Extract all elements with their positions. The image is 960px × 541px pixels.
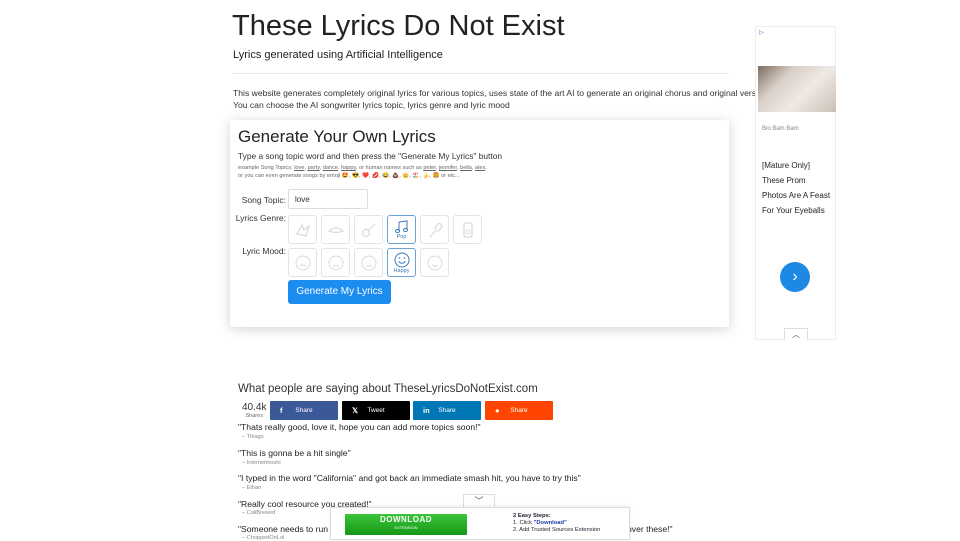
testimonial-author: – Ethan	[242, 485, 262, 491]
ad-text-line[interactable]: [Mature Only]	[762, 161, 810, 170]
example-emojis[interactable]: 🤩, 😎, ❤️, 💋, 😂, 💩, 👑, 🏖️, 🍌, 🍔	[342, 173, 440, 179]
ad-step-1: 1. Click "Download"	[513, 520, 567, 526]
example-name-link[interactable]: peter	[423, 165, 435, 171]
testimonial-quote: "Someone needs to run th	[238, 524, 338, 534]
share-count: 40.4k	[242, 402, 267, 413]
rock-icon	[295, 223, 310, 237]
example-topics: example Song Topics: love, party, dance,…	[238, 165, 487, 179]
lyrics-genre-label: Lyrics Genre:	[235, 213, 286, 223]
mood-sad-option[interactable]	[321, 248, 350, 277]
metal-icon	[462, 221, 473, 238]
testimonial-quote: "This is gonna be a hit single"	[238, 448, 351, 458]
genre-microphone-option[interactable]	[420, 215, 449, 244]
lyric-mood-label: Lyric Mood:	[242, 246, 286, 256]
neutral-face-icon	[361, 255, 376, 270]
testimonial-author: – CaliBrewed	[242, 510, 276, 516]
guitar-icon	[361, 223, 375, 237]
linkedin-share-button[interactable]: in Share	[413, 401, 481, 420]
sad-face-icon	[328, 255, 343, 270]
facebook-icon: f	[280, 406, 283, 415]
ad-text-line[interactable]: For Your Eyeballs	[762, 206, 825, 215]
microphone-icon	[429, 222, 442, 237]
ad-step-2: 2. Add Trusted Sources Extension	[513, 527, 601, 533]
ad-source: Bio Bam Bam	[762, 126, 799, 132]
example-name-link[interactable]: jennifer	[439, 165, 457, 171]
mood-options: Happy	[288, 248, 449, 277]
ad-steps: 2 Easy Steps: 1. Click "Download" 2. Add…	[513, 513, 601, 533]
facebook-share-button[interactable]: f Share	[270, 401, 338, 420]
chevron-up-icon[interactable]: ︿	[784, 328, 808, 340]
genre-metal-option[interactable]	[453, 215, 482, 244]
share-count-label: Shares	[245, 413, 263, 419]
genre-options: Pop	[288, 215, 482, 244]
generator-card: Generate Your Own Lyrics Type a song top…	[230, 120, 729, 327]
x-icon: 𝕏	[352, 406, 359, 415]
mood-happy-option[interactable]: Happy	[387, 248, 416, 277]
genre-pop-option[interactable]: Pop	[387, 215, 416, 244]
example-topic-link[interactable]: party	[308, 165, 320, 171]
twitter-share-button[interactable]: 𝕏 Tweet	[342, 401, 410, 420]
love-face-icon	[427, 255, 442, 270]
genre-country-option[interactable]	[321, 215, 350, 244]
example-name-link[interactable]: alex	[475, 165, 485, 171]
mood-love-option[interactable]	[420, 248, 449, 277]
intro-line-2: You can choose the AI songwriter lyrics …	[233, 100, 510, 110]
testimonials-title: What people are saying about TheseLyrics…	[238, 383, 538, 395]
example-topic-link[interactable]: dance	[323, 165, 338, 171]
mood-angry-option[interactable]	[288, 248, 317, 277]
testimonial-quote-end: over these!"	[627, 524, 673, 534]
ad-choices-icon[interactable]: ▷	[759, 29, 764, 36]
happy-face-icon	[394, 252, 409, 267]
linkedin-icon: in	[423, 406, 430, 415]
ad-text-line[interactable]: These Prom	[762, 176, 806, 185]
genre-guitar-option[interactable]	[354, 215, 383, 244]
testimonial-author: – Internetmoshi	[242, 460, 281, 466]
song-topic-label: Song Topic:	[241, 195, 286, 205]
example-topic-link[interactable]: happy	[341, 165, 356, 171]
music-note-icon	[394, 219, 408, 233]
genre-rock-option[interactable]	[288, 215, 317, 244]
share-counter: 40.4k Shares	[242, 402, 266, 419]
example-name-link[interactable]: bella	[460, 165, 472, 171]
side-ad[interactable]: ▷ Bio Bam Bam [Mature Only] These Prom P…	[755, 26, 836, 340]
testimonial-author: – ChoppedOnLol	[242, 535, 285, 541]
bottom-ad-banner[interactable]: DOWNLOAD EXTENSION 2 Easy Steps: 1. Clic…	[330, 507, 630, 540]
ad-text-line[interactable]: Photos Are A Feast	[762, 191, 830, 200]
mood-happy-label: Happy	[393, 267, 410, 274]
download-extension-button[interactable]: DOWNLOAD EXTENSION	[345, 514, 467, 535]
mood-neutral-option[interactable]	[354, 248, 383, 277]
reddit-icon: ●	[495, 406, 500, 415]
generator-instruction: Type a song topic word and then press th…	[238, 151, 503, 161]
song-topic-input[interactable]	[288, 189, 368, 209]
chevron-down-icon[interactable]: ﹀	[463, 494, 495, 508]
generate-lyrics-button[interactable]: Generate My Lyrics	[288, 280, 391, 304]
page-subtitle: Lyrics generated using Artificial Intell…	[233, 49, 443, 61]
chevron-right-icon[interactable]: ›	[780, 262, 810, 292]
example-topic-link[interactable]: love	[294, 165, 304, 171]
country-icon	[327, 226, 344, 233]
angry-face-icon	[295, 255, 310, 270]
testimonial-quote: "I typed in the word "California" and go…	[238, 473, 581, 483]
testimonial-quote: "Thats really good, love it, hope you ca…	[238, 422, 481, 432]
divider	[232, 73, 729, 74]
page-title: These Lyrics Do Not Exist	[232, 10, 565, 42]
intro-line-1: This website generates completely origin…	[233, 88, 766, 98]
reddit-share-button[interactable]: ● Share	[485, 401, 553, 420]
ad-image[interactable]	[758, 66, 836, 112]
generator-title: Generate Your Own Lyrics	[238, 127, 436, 146]
testimonial-author: – Thiago	[242, 434, 264, 440]
genre-pop-label: Pop	[396, 233, 407, 240]
